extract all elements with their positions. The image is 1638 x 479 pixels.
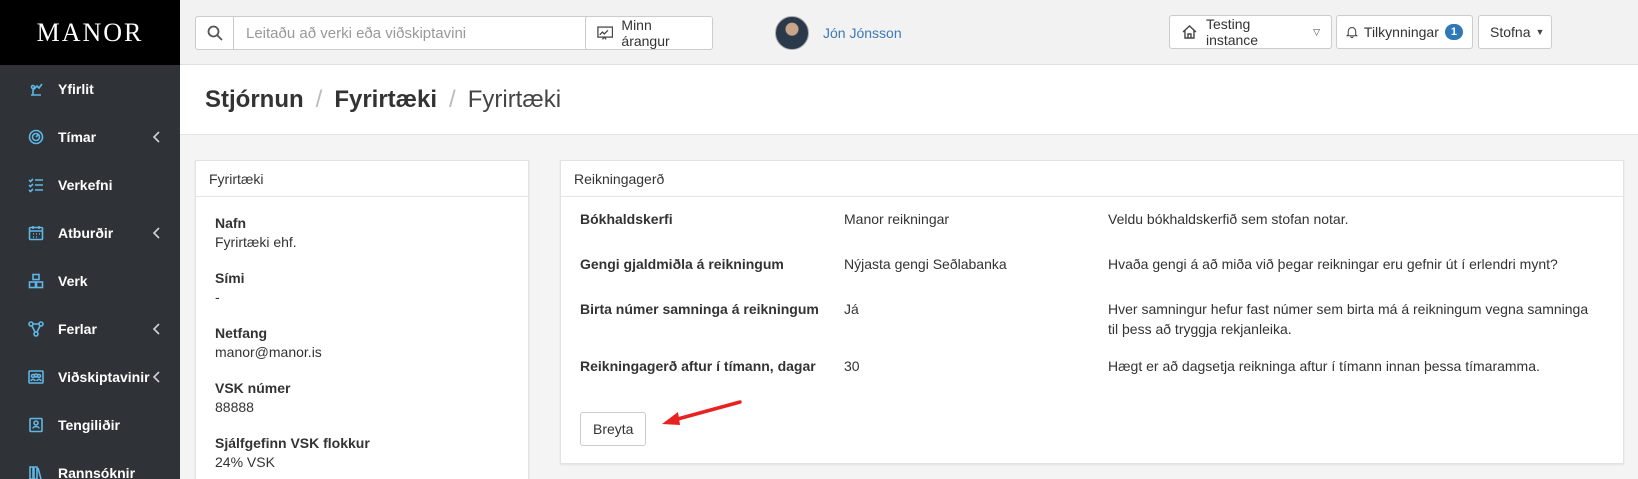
bell-icon [1346,27,1358,39]
field-phone: Sími - [196,269,528,307]
sidebar-item-yfirlit[interactable]: Yfirlit [0,65,180,113]
edit-button[interactable]: Breyta [580,412,647,446]
chevron-left-icon [150,130,164,144]
setting-label: Bókhaldskerfi [580,211,673,227]
instance-label: Testing instance [1205,16,1259,48]
company-info-panel: Fyrirtæki Nafn Fyrirtæki ehf. Sími - Net… [195,160,529,479]
notifications-count-badge: 1 [1444,24,1463,40]
setting-label: Birta númer samninga á reikningum [580,301,819,317]
create-label: Stofna [1490,24,1531,40]
customers-icon [28,369,44,385]
setting-description: Veldu bókhaldskerfið sem stofan notar. [1108,211,1349,227]
chevron-left-icon [150,322,164,336]
sidebar-item-timar[interactable]: Tímar [0,113,180,161]
sidebar-item-label: Tímar [58,129,97,145]
caret-down-icon: ▽ [1313,26,1320,37]
settings-row: Birta númer samninga á reikningum Já Hve… [561,299,1623,356]
sidebar-item-atburdir[interactable]: Atburðir [0,209,180,257]
sidebar-item-label: Verk [58,273,88,289]
sidebar-item-label: Ferlar [58,321,97,337]
app-logo[interactable]: MANOR [0,0,180,65]
sidebar-item-rannsoknir[interactable]: Rannsóknir [0,449,180,479]
setting-value: Manor reikningar [844,211,950,227]
sidebar-item-vidskiptavinir[interactable]: Viðskiptavinir [0,353,180,401]
avatar[interactable] [775,16,809,50]
caret-down-icon: ▼ [1535,27,1545,37]
create-dropdown[interactable]: Stofna ▼ [1478,15,1552,49]
field-email: Netfang manor@manor.is [196,324,528,362]
field-vat-number: VSK númer 88888 [196,379,528,417]
field-value: 24% VSK [215,454,275,470]
chart-presentation-icon [597,26,614,40]
panel-title: Reikningagerð [561,161,1623,197]
sidebar-item-label: Rannsóknir [58,465,136,479]
workflow-icon [28,321,44,337]
annotation-arrow-icon [662,400,742,425]
field-value: Fyrirtæki ehf. [215,234,297,250]
notifications-button[interactable]: Tilkynningar 1 [1336,15,1473,49]
contact-icon [28,417,44,433]
research-icon [28,465,44,479]
sidebar-item-label: Tengiliðir [58,417,120,433]
sidebar-item-ferlar[interactable]: Ferlar [0,305,180,353]
search-icon[interactable] [196,17,234,49]
setting-description: Hægt er að dagsetja reikninga aftur í tí… [1108,358,1540,374]
user-profile[interactable]: Jón Jónsson [775,16,902,50]
setting-label: Gengi gjaldmiðla á reikningum [580,256,784,272]
topbar: Minn árangur Jón Jónsson Testing instanc… [180,0,1638,65]
sidebar-item-label: Verkefni [58,177,113,193]
my-results-button[interactable]: Minn árangur [585,16,713,50]
instance-dropdown[interactable]: Testing instance ▽ [1169,15,1332,49]
search-input[interactable] [234,17,594,49]
sidebar-item-tengilidir[interactable]: Tengiliðir [0,401,180,449]
sidebar-item-label: Yfirlit [58,81,94,97]
breadcrumb: Stjórnun / Fyrirtæki / Fyrirtæki [180,65,1638,135]
breadcrumb-separator: / [449,85,456,113]
clock-icon [28,129,44,145]
calendar-icon [28,225,44,241]
field-label: Nafn [215,215,247,231]
setting-description: Hver samningur hefur fast númer sem birt… [1108,301,1589,337]
field-name: Nafn Fyrirtæki ehf. [196,214,528,252]
my-results-label: Minn árangur [621,17,670,49]
notifications-label: Tilkynningar [1363,24,1439,40]
sidebar-item-label: Viðskiptavinir [58,369,150,385]
setting-value: Nýjasta gengi Seðlabanka [844,256,1007,272]
sidebar: MANOR Yfirlit Tímar Verkefni Atburðir Ve… [0,0,180,479]
settings-row: Gengi gjaldmiðla á reikningum Nýjasta ge… [561,254,1623,299]
sidebar-item-verk[interactable]: Verk [0,257,180,305]
field-label: Netfang [215,325,268,341]
overview-icon [28,81,44,97]
chevron-left-icon [150,370,164,384]
setting-value: Já [844,301,859,317]
breadcrumb-stjornun[interactable]: Stjórnun [205,86,304,114]
setting-value: 30 [844,358,860,374]
user-name-link[interactable]: Jón Jónsson [823,25,902,41]
field-value: 88888 [215,399,254,415]
field-default-vat: Sjálfgefinn VSK flokkur 24% VSK [196,434,528,472]
field-value: manor@manor.is [215,344,322,360]
field-label: VSK númer [215,380,291,396]
field-label: Sími [215,270,245,286]
sidebar-item-label: Atburðir [58,225,114,241]
settings-row: Bókhaldskerfi Manor reikningar Veldu bók… [561,209,1623,254]
home-icon [1182,25,1197,39]
settings-row: Reikningagerð aftur í tímann, dagar 30 H… [561,356,1623,401]
panel-title: Fyrirtæki [196,161,528,197]
breadcrumb-fyrirtaeki[interactable]: Fyrirtæki [334,86,437,114]
search-box [195,16,595,50]
sidebar-item-verkefni[interactable]: Verkefni [0,161,180,209]
tasks-icon [28,177,44,193]
boxes-icon [28,273,44,289]
field-value: - [215,289,220,305]
field-label: Sjálfgefinn VSK flokkur [215,435,370,451]
chevron-left-icon [150,226,164,240]
page-title: Fyrirtæki [467,85,562,113]
breadcrumb-separator: / [315,85,323,113]
setting-label: Reikningagerð aftur í tímann, dagar [580,358,816,374]
setting-description: Hvaða gengi á að miða við þegar reikning… [1108,256,1558,272]
